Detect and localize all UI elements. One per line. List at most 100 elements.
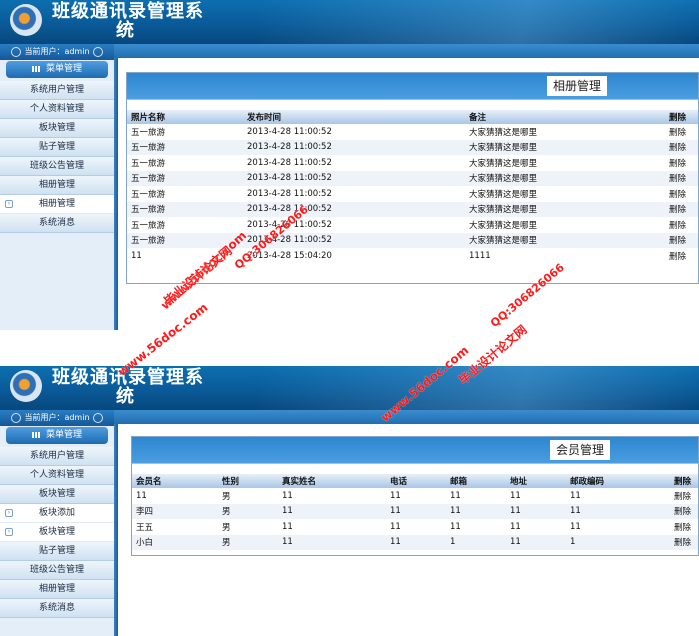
member-panel: 会员管理 会员名 性别 真实姓名 电话 邮箱 地址 邮政编码 删除 11 男 11 11 11 11 11…: [131, 436, 699, 556]
current-user-bar: 当前用户：admin: [0, 410, 114, 426]
sidebar-item[interactable]: 贴子管理: [0, 138, 114, 157]
table-row: 小白男 11 11 1 11 1 删除: [132, 534, 698, 550]
delete-link[interactable]: 删除: [665, 124, 698, 140]
column-header: 性别: [218, 474, 278, 488]
table-row: 五一旅游 2013-4-28 11:00:52 大家猜猜这是哪里 删除: [127, 201, 698, 217]
sidebar-menu: 系统用户管理 个人资料管理 板块管理 › 板块添加 › 板块管理 贴子管理 班级公告管理 相册管理…: [0, 447, 114, 618]
table-cell: 11: [390, 521, 401, 532]
table-cell: 五一旅游: [131, 127, 166, 138]
table-cell: 五一旅游: [131, 220, 166, 231]
table-cell: 2013-4-28 11:00:52: [247, 219, 332, 230]
delete-link[interactable]: 删除: [670, 519, 698, 535]
member-table: 会员名 性别 真实姓名 电话 邮箱 地址 邮政编码 删除 11 男 11 11 11 11 11 删除 李四男…: [132, 474, 698, 550]
panel-title: 会员管理: [550, 440, 611, 460]
column-header: 邮政编码: [566, 474, 670, 488]
sidebar-item-label: 板块管理: [38, 489, 75, 499]
sidebar-item-label: 板块管理: [38, 123, 75, 133]
expand-arrow-icon: ›: [5, 528, 13, 536]
table-cell: 2013-4-28 11:00:52: [247, 157, 332, 168]
sidebar-item[interactable]: 班级公告管理: [0, 561, 114, 580]
sidebar-item-label: 系统用户管理: [29, 85, 84, 95]
table-row: 五一旅游 2013-4-28 11:00:52 大家猜猜这是哪里 删除: [127, 170, 698, 186]
sidebar: 当前用户：admin 菜单管理 系统用户管理个人资料管理板块管理贴子管理班级公告…: [0, 44, 118, 330]
sidebar-item[interactable]: › 相册管理: [0, 195, 114, 214]
table-cell: 男: [222, 522, 231, 533]
table-row: 五一旅游 2013-4-28 11:00:52 大家猜猜这是哪里 删除: [127, 232, 698, 248]
table-cell: 11: [450, 490, 461, 501]
table-cell: 11: [510, 490, 521, 501]
table-cell: 五一旅游: [131, 189, 166, 200]
banner-decoration: [260, 0, 699, 44]
delete-link[interactable]: 删除: [665, 201, 698, 217]
sidebar-item[interactable]: 系统消息: [0, 599, 114, 618]
sidebar-item[interactable]: › 板块添加: [0, 504, 114, 523]
table-row: 五一旅游 2013-4-28 11:00:52 大家猜猜这是哪里 删除: [127, 186, 698, 202]
delete-link[interactable]: 删除: [665, 232, 698, 248]
app-title-line2: 统: [116, 20, 135, 41]
menu-header[interactable]: 菜单管理: [6, 61, 108, 78]
current-user-bar: 当前用户：admin: [0, 44, 114, 60]
banner-decoration: [260, 366, 699, 410]
table-cell: 11: [278, 534, 386, 550]
table-cell: 11: [570, 521, 581, 532]
menu-header[interactable]: 菜单管理: [6, 427, 108, 444]
table-cell: 11: [506, 534, 566, 550]
column-header: 电话: [386, 474, 446, 488]
delete-link[interactable]: 删除: [665, 139, 698, 155]
table-cell: 1: [446, 534, 506, 550]
app-title: 班级通讯录管理系 统: [52, 2, 212, 40]
sidebar-item[interactable]: 相册管理: [0, 176, 114, 195]
table-cell: 大家猜猜这是哪里: [469, 220, 538, 231]
sidebar-item[interactable]: 板块管理: [0, 485, 114, 504]
table-cell: 11: [131, 250, 142, 261]
sidebar-menu: 系统用户管理个人资料管理板块管理贴子管理班级公告管理相册管理 › 相册管理 系统消息: [0, 81, 114, 233]
column-header: 地址: [506, 474, 566, 488]
delete-link[interactable]: 删除: [665, 186, 698, 202]
delete-link[interactable]: 删除: [665, 155, 698, 171]
sidebar-item-label: 系统消息: [38, 603, 75, 613]
column-header: 邮箱: [446, 474, 506, 488]
table-cell: 大家猜猜这是哪里: [469, 158, 538, 169]
table-cell: 11: [566, 503, 670, 519]
table-cell: 王五: [136, 522, 154, 533]
header-banner: 班级通讯录管理系 统: [0, 0, 699, 44]
column-header: 照片名称: [127, 110, 243, 124]
menu-grid-icon: [31, 65, 40, 72]
sidebar-item-label: 板块添加: [38, 508, 75, 518]
sidebar-item[interactable]: 贴子管理: [0, 542, 114, 561]
sidebar-divider: [114, 424, 118, 636]
table-row: 五一旅游 2013-4-28 11:00:52 大家猜猜这是哪里 删除: [127, 217, 698, 233]
table-header-row: 会员名 性别 真实姓名 电话 邮箱 地址 邮政编码 删除: [132, 474, 698, 488]
table-cell: 1: [566, 534, 670, 550]
sidebar-item[interactable]: 班级公告管理: [0, 157, 114, 176]
column-header: 删除: [665, 110, 698, 124]
delete-link[interactable]: 删除: [665, 170, 698, 186]
delete-link[interactable]: 删除: [670, 488, 698, 504]
column-header: 会员名: [132, 474, 218, 488]
sidebar-item[interactable]: 个人资料管理: [0, 466, 114, 485]
sidebar-item[interactable]: 个人资料管理: [0, 100, 114, 119]
app-title-line1: 班级通讯录管理系: [52, 367, 204, 388]
sidebar-item[interactable]: › 板块管理: [0, 523, 114, 542]
table-cell: 大家猜猜这是哪里: [469, 127, 538, 138]
table-cell: 2013-4-28 11:00:52: [243, 139, 465, 155]
table-cell: 男: [222, 491, 231, 502]
table-cell: 大家猜猜这是哪里: [465, 139, 665, 155]
table-cell: 五一旅游: [127, 232, 243, 248]
sidebar-divider: [114, 58, 118, 330]
sidebar-item-label: 班级公告管理: [29, 161, 84, 171]
table-cell: 男: [218, 534, 278, 550]
delete-link[interactable]: 删除: [665, 248, 698, 264]
delete-link[interactable]: 删除: [670, 503, 698, 519]
sidebar-item[interactable]: 板块管理: [0, 119, 114, 138]
delete-link[interactable]: 删除: [670, 534, 698, 550]
sidebar-item[interactable]: 系统消息: [0, 214, 114, 233]
sidebar-item[interactable]: 相册管理: [0, 580, 114, 599]
app-title-line1: 班级通讯录管理系: [52, 1, 204, 22]
table-cell: 2013-4-28 15:04:20: [247, 250, 332, 261]
sidebar-item[interactable]: 系统用户管理: [0, 447, 114, 466]
photo-album-panel: 相册管理 照片名称 发布时间 备注 删除 五一旅游 2013-4-28 11:00:52…: [126, 72, 699, 284]
delete-link[interactable]: 删除: [665, 217, 698, 233]
table-cell: 李四: [132, 503, 218, 519]
sidebar-item[interactable]: 系统用户管理: [0, 81, 114, 100]
